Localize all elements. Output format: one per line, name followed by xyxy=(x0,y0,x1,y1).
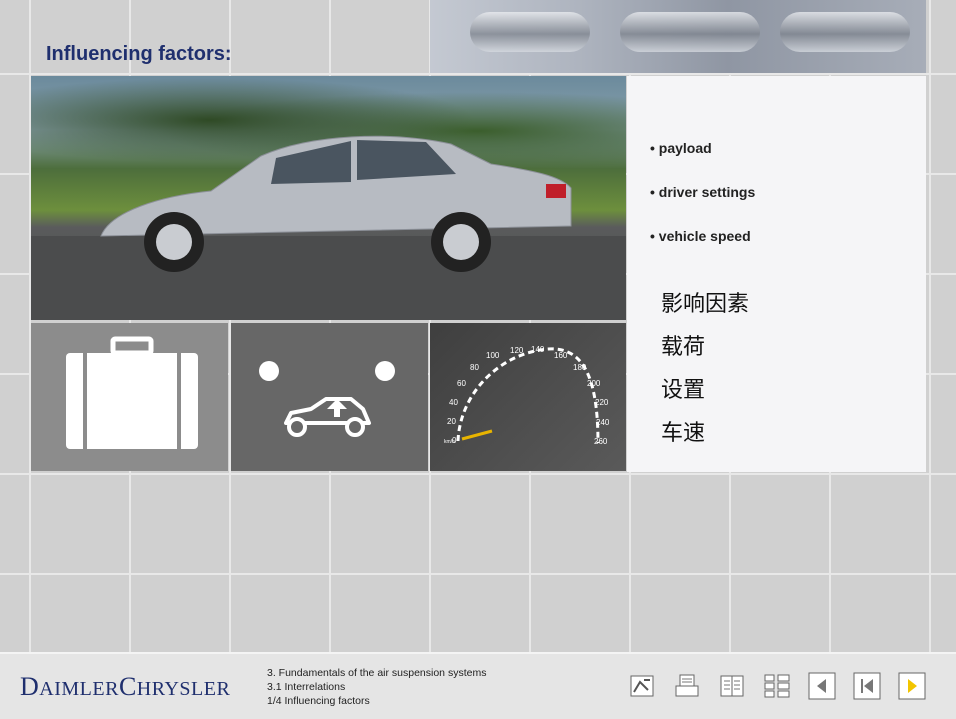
header-banner-image xyxy=(430,0,926,73)
previous-icon xyxy=(808,672,836,700)
tick-label: 100 xyxy=(486,351,500,360)
driver-settings-tile xyxy=(231,323,428,471)
speedometer-gauge: 0 20 40 60 80 100 120 140 160 180 200 22… xyxy=(444,345,610,446)
cn-settings: 设置 xyxy=(661,378,706,403)
next-icon xyxy=(898,672,926,700)
next-button[interactable] xyxy=(898,672,926,700)
cn-heading: 影响因素 xyxy=(661,292,750,317)
factors-panel: payload driver settings vehicle speed 影响… xyxy=(627,76,926,472)
payload-tile xyxy=(31,323,228,471)
factors-list-en: payload driver settings vehicle speed xyxy=(650,140,755,272)
breadcrumb: 3. Fundamentals of the air suspension sy… xyxy=(267,666,486,708)
glossary-button[interactable] xyxy=(628,672,656,700)
factor-payload: payload xyxy=(650,140,755,184)
print-button[interactable] xyxy=(673,672,701,700)
tick-label: 180 xyxy=(573,363,587,372)
contents-icon xyxy=(764,674,790,698)
index-icon xyxy=(720,675,744,697)
breadcrumb-page: 1/4 Influencing factors xyxy=(267,695,370,707)
suitcase-icon xyxy=(66,336,198,449)
tick-label: 20 xyxy=(447,417,456,426)
first-page-icon xyxy=(853,672,881,700)
factors-list-cn: 影响因素 载荷 设置 车速 xyxy=(661,286,749,458)
tick-label: 80 xyxy=(470,363,479,372)
tick-label: 40 xyxy=(449,398,458,407)
footer-bar: DAIMLERCHRYSLER 3. Fundamentals of the a… xyxy=(0,652,956,719)
daimlerchrysler-logo: DAIMLERCHRYSLER xyxy=(20,672,231,701)
cn-speed: 车速 xyxy=(661,421,706,446)
unit-label: km/h xyxy=(444,439,455,445)
factor-driver-settings: driver settings xyxy=(650,184,755,228)
cn-payload: 载荷 xyxy=(661,335,706,360)
tick-label: 140 xyxy=(531,345,545,354)
tick-label: 160 xyxy=(554,351,568,360)
contents-button[interactable] xyxy=(763,672,791,700)
glossary-icon xyxy=(630,675,654,697)
car-level-icon xyxy=(259,361,395,437)
index-button[interactable] xyxy=(718,672,746,700)
breadcrumb-chapter[interactable]: 3. Fundamentals of the air suspension sy… xyxy=(267,666,486,680)
tick-label: 120 xyxy=(510,346,524,355)
breadcrumb-section[interactable]: 3.1 Interrelations xyxy=(267,680,486,694)
tick-label: 220 xyxy=(595,398,609,407)
previous-button[interactable] xyxy=(808,672,836,700)
vehicle-speed-tile: 0 20 40 60 80 100 120 140 160 180 200 22… xyxy=(430,323,626,471)
first-page-button[interactable] xyxy=(853,672,881,700)
tick-label: 200 xyxy=(587,379,601,388)
car-photo xyxy=(31,76,626,320)
tick-label: 260 xyxy=(594,437,608,446)
tick-label: 240 xyxy=(596,418,610,427)
page-title: Influencing factors: xyxy=(46,43,232,65)
tick-label: 60 xyxy=(457,379,466,388)
print-icon xyxy=(675,674,699,697)
factor-vehicle-speed: vehicle speed xyxy=(650,228,755,272)
